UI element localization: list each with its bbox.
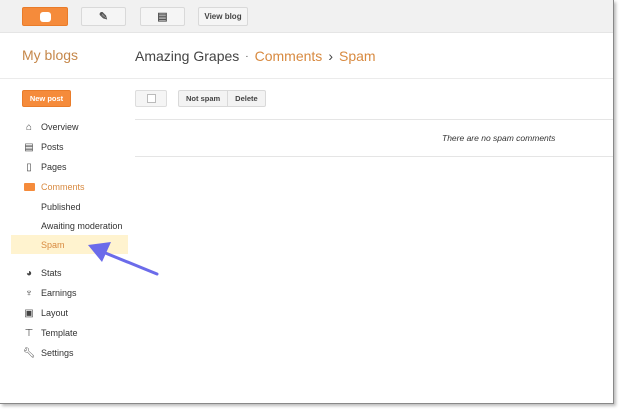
annotation-arrow-icon — [88, 242, 159, 276]
blogger-window: ✎ ▤ View blog My blogs Amazing Grapes · … — [0, 0, 614, 404]
